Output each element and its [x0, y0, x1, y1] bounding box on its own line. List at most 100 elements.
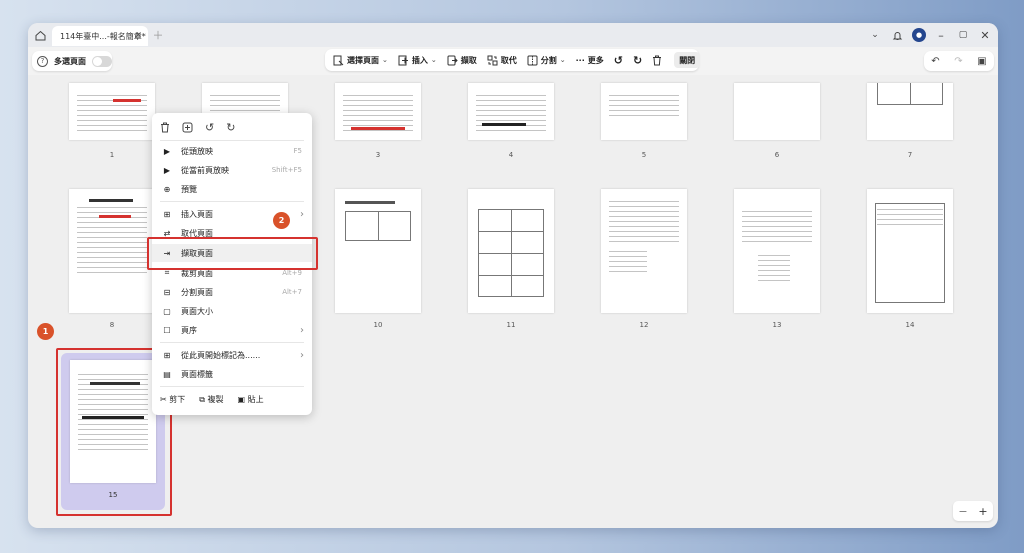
- page-thumbnail-14[interactable]: [867, 189, 953, 313]
- zoom-out-icon[interactable]: −: [958, 505, 967, 518]
- replace-icon: [487, 55, 498, 65]
- page-number-4: 4: [508, 151, 514, 159]
- page-thumbnail-7[interactable]: [867, 83, 953, 140]
- step-badge-2: 2: [273, 212, 290, 229]
- redo-icon[interactable]: ↷: [954, 56, 962, 67]
- chevron-right-icon: ›: [300, 208, 304, 220]
- trash-icon[interactable]: [160, 122, 170, 133]
- page-number-8: 8: [109, 321, 115, 329]
- rotate-right-button[interactable]: ↻: [628, 49, 647, 71]
- insert-icon: [398, 55, 408, 65]
- page-number-3: 3: [375, 151, 381, 159]
- chevron-right-icon: ›: [300, 324, 304, 336]
- page-number-12: 12: [639, 321, 649, 329]
- menu-item-page-size[interactable]: ▢ 頁面大小: [152, 302, 312, 320]
- undo-redo-group: ↶ ↷ ▣: [924, 51, 994, 71]
- menu-separator: [160, 386, 304, 387]
- chevron-down-icon: ⌄: [382, 56, 388, 64]
- label-icon: ▤: [163, 369, 171, 379]
- page-order-icon: ☐: [163, 325, 171, 335]
- rotate-left-icon[interactable]: ↺: [205, 121, 214, 134]
- page-number-14: 14: [905, 321, 915, 329]
- multi-select-label: 多選頁面: [54, 56, 86, 66]
- insert-page-icon: ⊞: [163, 209, 171, 219]
- close-button[interactable]: 關閉: [674, 52, 701, 68]
- replace-button[interactable]: 取代: [482, 49, 522, 71]
- cut-button[interactable]: ✂ 剪下: [160, 394, 185, 405]
- help-icon[interactable]: ?: [37, 55, 48, 67]
- zoom-control: − +: [953, 501, 993, 521]
- menu-item-play-from-start[interactable]: ▶ 從頭放映 F5: [152, 142, 312, 160]
- mark-icon: ⊞: [163, 350, 171, 360]
- highlight-box-extract-page: [147, 237, 318, 270]
- menu-separator: [160, 140, 304, 141]
- more-button[interactable]: ··· 更多: [571, 49, 609, 71]
- multi-select-toggle[interactable]: [92, 55, 112, 67]
- select-page-icon: [333, 55, 344, 65]
- paste-button[interactable]: ▣ 貼上: [238, 394, 264, 405]
- delete-button[interactable]: [647, 49, 670, 71]
- menu-separator: [160, 201, 304, 202]
- menu-item-page-order[interactable]: ☐ 頁序 ›: [152, 321, 312, 339]
- page-number-11: 11: [506, 321, 516, 329]
- bell-icon[interactable]: [890, 28, 904, 42]
- document-tab[interactable]: 114年臺中...-報名簡章* ✕: [52, 26, 148, 46]
- page-thumbnail-4[interactable]: [468, 83, 554, 140]
- select-page-button[interactable]: 選擇頁面 ⌄: [328, 49, 393, 71]
- page-number-5: 5: [641, 151, 647, 159]
- rotate-left-button[interactable]: ↺: [609, 49, 628, 71]
- page-thumbnail-10[interactable]: [335, 189, 421, 313]
- chevron-down-icon: ⌄: [430, 56, 437, 64]
- play-icon: ▶: [163, 146, 171, 156]
- title-bar: [28, 23, 998, 47]
- close-window-icon[interactable]: ✕: [978, 28, 992, 42]
- play-icon: ▶: [163, 165, 171, 175]
- minimize-icon[interactable]: –: [934, 28, 948, 42]
- chevron-right-icon: ›: [300, 349, 304, 361]
- page-thumbnail-5[interactable]: [601, 83, 687, 140]
- step-badge-1: 1: [37, 323, 54, 340]
- split-button[interactable]: 分割 ⌄: [522, 49, 571, 71]
- preview-icon: ⊕: [163, 184, 171, 194]
- close-tab-icon[interactable]: ✕: [134, 31, 142, 41]
- copy-page-icon[interactable]: [182, 122, 193, 133]
- copy-button[interactable]: ⧉ 複製: [199, 394, 223, 405]
- menu-icon-row: ↺ ↻: [158, 119, 308, 135]
- trash-icon: [653, 55, 662, 65]
- zoom-in-icon[interactable]: +: [978, 505, 987, 518]
- home-icon[interactable]: [32, 27, 48, 43]
- document-tab-title: 114年臺中...-報名簡章*: [60, 31, 146, 41]
- menu-item-preview[interactable]: ⊕ 預覽: [152, 180, 312, 198]
- avatar[interactable]: ●: [912, 28, 926, 42]
- page-thumbnail-13[interactable]: [734, 189, 820, 313]
- page-thumbnail-6[interactable]: [734, 83, 820, 140]
- split-icon: [527, 55, 538, 65]
- menu-item-split-page[interactable]: ⊟ 分割頁面 Alt+7: [152, 283, 312, 301]
- chevron-down-icon[interactable]: ⌄: [868, 28, 882, 42]
- page-thumbnail-12[interactable]: [601, 189, 687, 313]
- extract-button[interactable]: 擷取: [442, 49, 482, 71]
- page-number-7: 7: [907, 151, 913, 159]
- new-tab-icon[interactable]: ＋: [151, 28, 165, 42]
- chevron-down-icon: ⌄: [559, 56, 566, 64]
- scissors-icon: ✂: [160, 394, 167, 404]
- page-thumbnail-11[interactable]: [468, 189, 554, 313]
- menu-separator: [160, 342, 304, 343]
- menu-item-mark-from-page[interactable]: ⊞ 從此頁開始標記為...... ›: [152, 346, 312, 364]
- rotate-right-icon[interactable]: ↻: [226, 121, 235, 134]
- copy-icon: ⧉: [199, 394, 205, 404]
- insert-button[interactable]: 插入 ⌄: [393, 49, 442, 71]
- page-number-10: 10: [373, 321, 383, 329]
- save-icon[interactable]: ▣: [977, 56, 986, 67]
- menu-item-page-label[interactable]: ▤ 頁面標籤: [152, 365, 312, 383]
- menu-item-play-from-current[interactable]: ▶ 從當前頁放映 Shift+F5: [152, 161, 312, 179]
- page-thumbnail-1[interactable]: [69, 83, 155, 140]
- page-number-13: 13: [772, 321, 782, 329]
- undo-icon[interactable]: ↶: [931, 56, 939, 67]
- page-thumbnail-8[interactable]: [69, 189, 155, 313]
- page-thumbnail-3[interactable]: [335, 83, 421, 140]
- page-toolbar: 選擇頁面 ⌄ 插入 ⌄ 擷取 取代 分割 ⌄ ··· 更多 ↺ ↻ 關閉: [325, 49, 701, 71]
- maximize-icon[interactable]: ▢: [956, 28, 970, 42]
- extract-icon: [447, 55, 458, 65]
- paste-icon: ▣: [237, 394, 246, 404]
